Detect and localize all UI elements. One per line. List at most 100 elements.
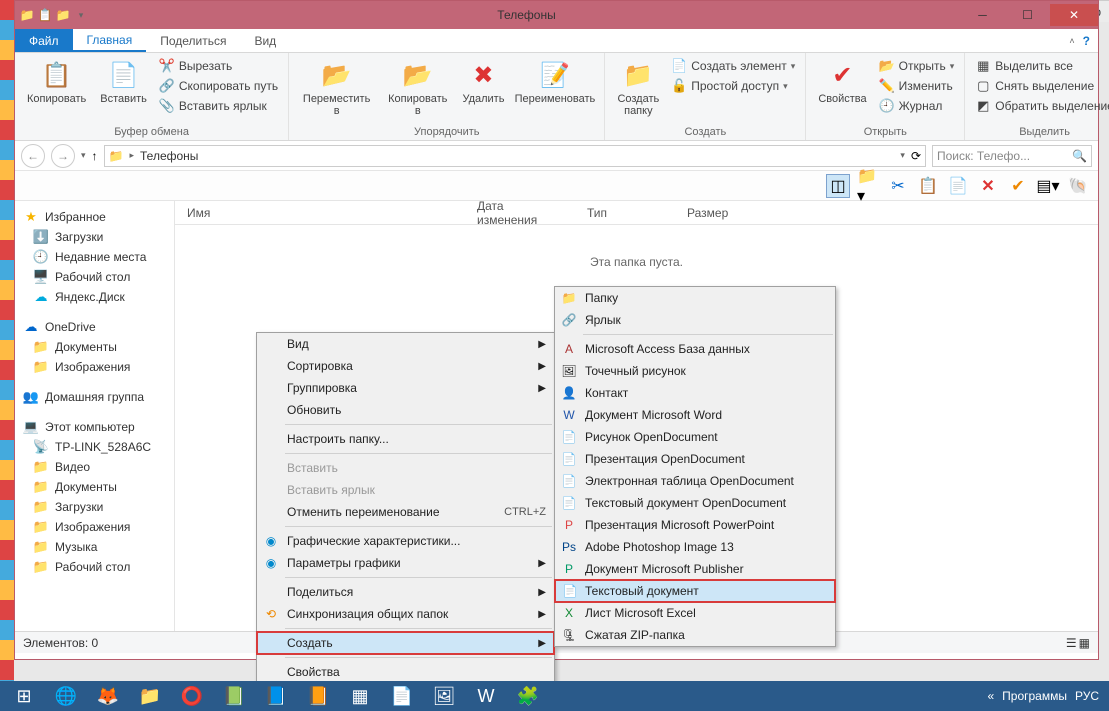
ctx-new-odp[interactable]: 📄Презентация OpenDocument xyxy=(555,448,835,470)
newitem-button[interactable]: 📄Создать элемент ▾ xyxy=(669,57,797,75)
ctx-new-psd[interactable]: PsAdobe Photoshop Image 13 xyxy=(555,536,835,558)
ctx-new-ppt[interactable]: PПрезентация Microsoft PowerPoint xyxy=(555,514,835,536)
search-input[interactable]: Поиск: Телефо... 🔍 xyxy=(932,145,1092,167)
pastelink-button[interactable]: 📎Вставить ярлык xyxy=(157,97,280,115)
ctx-new-shortcut[interactable]: 🔗Ярлык xyxy=(555,309,835,331)
address-dropdown-icon[interactable]: ▾ xyxy=(900,150,905,161)
col-date[interactable]: Дата изменения xyxy=(465,199,575,227)
ctx-sort[interactable]: Сортировка▶ xyxy=(257,355,554,377)
chevron-right-icon[interactable]: ▸ xyxy=(129,150,134,161)
nav-pictures[interactable]: 📁Изображения xyxy=(15,357,174,377)
nav-music[interactable]: 📁Музыка xyxy=(15,537,174,557)
easyaccess-button[interactable]: 🔓Простой доступ ▾ xyxy=(669,77,797,95)
qat-dropdown-icon[interactable]: ▾ xyxy=(73,7,89,23)
selectall-button[interactable]: ▦Выделить все xyxy=(973,57,1109,75)
nav-desktop[interactable]: 🖥️Рабочий стол xyxy=(15,267,174,287)
delete-icon[interactable]: ✕ xyxy=(976,174,1000,198)
ctx-customize[interactable]: Настроить папку... xyxy=(257,428,554,450)
taskbar-chrome[interactable]: ⭕ xyxy=(172,682,212,710)
qat-folder-icon[interactable]: 📁 xyxy=(55,7,71,23)
ctx-view[interactable]: Вид▶ xyxy=(257,333,554,355)
copyto-button[interactable]: 📂Копировать в xyxy=(382,57,453,119)
cut-button[interactable]: ✂️Вырезать xyxy=(157,57,280,75)
ctx-sync[interactable]: ⟲Синхронизация общих папок▶ xyxy=(257,603,554,625)
context-submenu-new[interactable]: 📁Папку 🔗Ярлык AMicrosoft Access База дан… xyxy=(554,286,836,647)
ctx-share[interactable]: Поделиться▶ xyxy=(257,581,554,603)
back-button[interactable]: ← xyxy=(21,144,45,168)
col-size[interactable]: Размер xyxy=(675,206,740,220)
nav-yandex[interactable]: ☁Яндекс.Диск xyxy=(15,287,174,307)
nav-recent[interactable]: 🕘Недавние места xyxy=(15,247,174,267)
ctx-new-word[interactable]: WДокумент Microsoft Word xyxy=(555,404,835,426)
close-button[interactable]: ✕ xyxy=(1050,4,1098,26)
check-icon[interactable]: ✔ xyxy=(1006,174,1030,198)
nav-video[interactable]: 📁Видео xyxy=(15,457,174,477)
ctx-new-ods[interactable]: 📄Электронная таблица OpenDocument xyxy=(555,470,835,492)
ctx-new-odg[interactable]: 📄Рисунок OpenDocument xyxy=(555,426,835,448)
newfolder-button[interactable]: 📁Создать папку xyxy=(613,57,663,119)
nav-homegroup[interactable]: 👥Домашняя группа xyxy=(15,387,174,407)
nav-pane[interactable]: ★Избранное ⬇️Загрузки 🕘Недавние места 🖥️… xyxy=(15,201,175,631)
taskbar-app4[interactable]: 📄 xyxy=(382,682,422,710)
ctx-props[interactable]: Свойства xyxy=(257,661,554,683)
ctx-new-folder[interactable]: 📁Папку xyxy=(555,287,835,309)
taskbar-word[interactable]: W xyxy=(466,682,506,710)
ribbon-collapse-icon[interactable]: ˄ xyxy=(1069,36,1074,46)
delete-button[interactable]: ✖Удалить xyxy=(459,57,507,107)
column-headers[interactable]: Имя Дата изменения Тип Размер xyxy=(175,201,1098,225)
nav-thispc[interactable]: 💻Этот компьютер xyxy=(15,417,174,437)
breadcrumb-item[interactable]: Телефоны xyxy=(140,149,198,163)
refresh-icon[interactable]: ⟳ xyxy=(911,149,921,163)
tray-lang[interactable]: РУС xyxy=(1075,689,1099,703)
selectnone-button[interactable]: ▢Снять выделение xyxy=(973,77,1109,95)
tab-home[interactable]: Главная xyxy=(73,29,147,52)
invertselect-button[interactable]: ◩Обратить выделение xyxy=(973,97,1109,115)
copypath-button[interactable]: 🔗Скопировать путь xyxy=(157,77,280,95)
ctx-new-access[interactable]: AMicrosoft Access База данных xyxy=(555,338,835,360)
ctx-gfxset[interactable]: ◉Параметры графики▶ xyxy=(257,552,554,574)
properties-button[interactable]: ✔Свойства xyxy=(814,57,870,107)
panes-button[interactable]: ◫ xyxy=(826,174,850,198)
nav-desk2[interactable]: 📁Рабочий стол xyxy=(15,557,174,577)
tab-view[interactable]: Вид xyxy=(240,29,290,52)
start-button[interactable]: ⊞ xyxy=(4,682,44,710)
forward-button[interactable]: → xyxy=(51,144,75,168)
shell-icon[interactable]: 🐚 xyxy=(1066,174,1090,198)
ctx-new-txt[interactable]: 📄Текстовый документ xyxy=(555,580,835,602)
taskbar[interactable]: ⊞ 🌐 🦊 📁 ⭕ 📗 📘 📙 ▦ 📄 🖼 W 🧩 « Программы РУ… xyxy=(0,681,1109,711)
nav-pics2[interactable]: 📁Изображения xyxy=(15,517,174,537)
rename-button[interactable]: 📝Переименовать xyxy=(513,57,596,107)
qat-icon[interactable]: 📋 xyxy=(37,7,53,23)
taskbar-app1[interactable]: 📗 xyxy=(214,682,254,710)
taskbar-firefox[interactable]: 🦊 xyxy=(88,682,128,710)
paste-button[interactable]: 📄Вставить xyxy=(96,57,151,107)
titlebar[interactable]: 📁 📋 📁 ▾ Телефоны ─ ☐ ✕ xyxy=(15,1,1098,29)
cut-icon[interactable]: ✂ xyxy=(886,174,910,198)
ctx-new-pub[interactable]: PДокумент Microsoft Publisher xyxy=(555,558,835,580)
ctx-undo[interactable]: Отменить переименованиеCTRL+Z xyxy=(257,501,554,523)
nav-dl2[interactable]: 📁Загрузки xyxy=(15,497,174,517)
nav-downloads[interactable]: ⬇️Загрузки xyxy=(15,227,174,247)
ctx-new-bmp[interactable]: 🖼Точечный рисунок xyxy=(555,360,835,382)
moveto-button[interactable]: 📂Переместить в xyxy=(297,57,376,119)
ctx-new-zip[interactable]: 🗜Сжатая ZIP-папка xyxy=(555,624,835,646)
nav-favorites[interactable]: ★Избранное xyxy=(15,207,174,227)
help-icon[interactable]: ? xyxy=(1083,34,1090,48)
taskbar-app3[interactable]: 📙 xyxy=(298,682,338,710)
tab-share[interactable]: Поделиться xyxy=(146,29,240,52)
ctx-group[interactable]: Группировка▶ xyxy=(257,377,554,399)
ctx-new-contact[interactable]: 👤Контакт xyxy=(555,382,835,404)
ctx-new-xls[interactable]: XЛист Microsoft Excel xyxy=(555,602,835,624)
ctx-create[interactable]: Создать▶ xyxy=(257,632,554,654)
taskbar-ie[interactable]: 🌐 xyxy=(46,682,86,710)
tab-file[interactable]: Файл xyxy=(15,29,73,52)
taskbar-totalcmd[interactable]: ▦ xyxy=(340,682,380,710)
nav-tplink[interactable]: 📡TP-LINK_528A6C xyxy=(15,437,174,457)
view-icon[interactable]: ▤▾ xyxy=(1036,174,1060,198)
col-type[interactable]: Тип xyxy=(575,206,675,220)
ctx-gfx[interactable]: ◉Графические характеристики... xyxy=(257,530,554,552)
up-button[interactable]: ↑ xyxy=(92,149,98,163)
icons-view-icon[interactable]: ▦ xyxy=(1079,636,1090,650)
tray-chevron-icon[interactable]: « xyxy=(987,689,994,703)
paste-icon[interactable]: 📄 xyxy=(946,174,970,198)
